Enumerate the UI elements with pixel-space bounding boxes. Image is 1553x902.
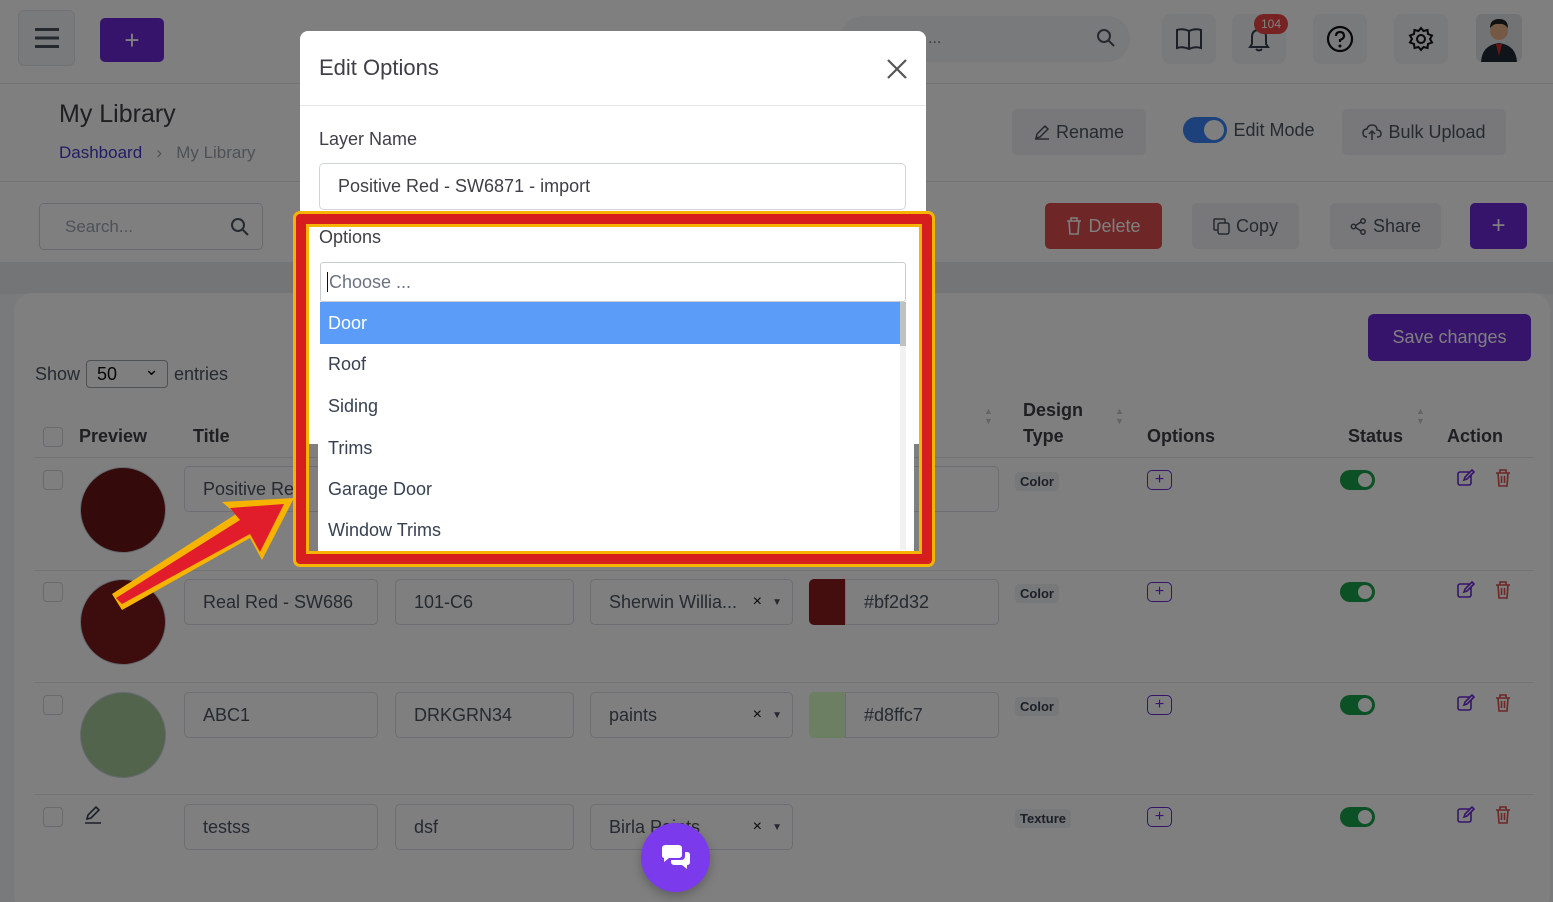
text-caret xyxy=(327,272,328,292)
chat-bubbles-icon xyxy=(661,844,690,869)
option-trims[interactable]: Trims xyxy=(320,427,900,469)
layer-name-input[interactable]: Positive Red - SW6871 - import xyxy=(319,163,906,210)
layer-name-label: Layer Name xyxy=(319,129,418,149)
options-label: Options xyxy=(319,227,382,247)
option-garage-door[interactable]: Garage Door xyxy=(320,468,900,510)
modal-header: Edit Options xyxy=(300,31,926,106)
options-dropdown-list: Door Roof Siding Trims Garage Door Windo… xyxy=(320,302,900,550)
option-window-trims[interactable]: Window Trims xyxy=(320,509,900,551)
options-search-input[interactable]: Choose ... xyxy=(320,262,906,302)
layer-name-value: Positive Red - SW6871 - import xyxy=(338,176,591,196)
option-roof[interactable]: Roof xyxy=(320,343,900,385)
option-siding[interactable]: Siding xyxy=(320,385,900,427)
close-icon[interactable] xyxy=(884,56,910,82)
chat-button[interactable] xyxy=(641,823,710,892)
option-door[interactable]: Door xyxy=(320,302,900,344)
dropdown-scrollbar-thumb[interactable] xyxy=(900,302,906,346)
options-search-placeholder: Choose ... xyxy=(329,271,412,292)
modal-title: Edit Options xyxy=(319,55,439,80)
